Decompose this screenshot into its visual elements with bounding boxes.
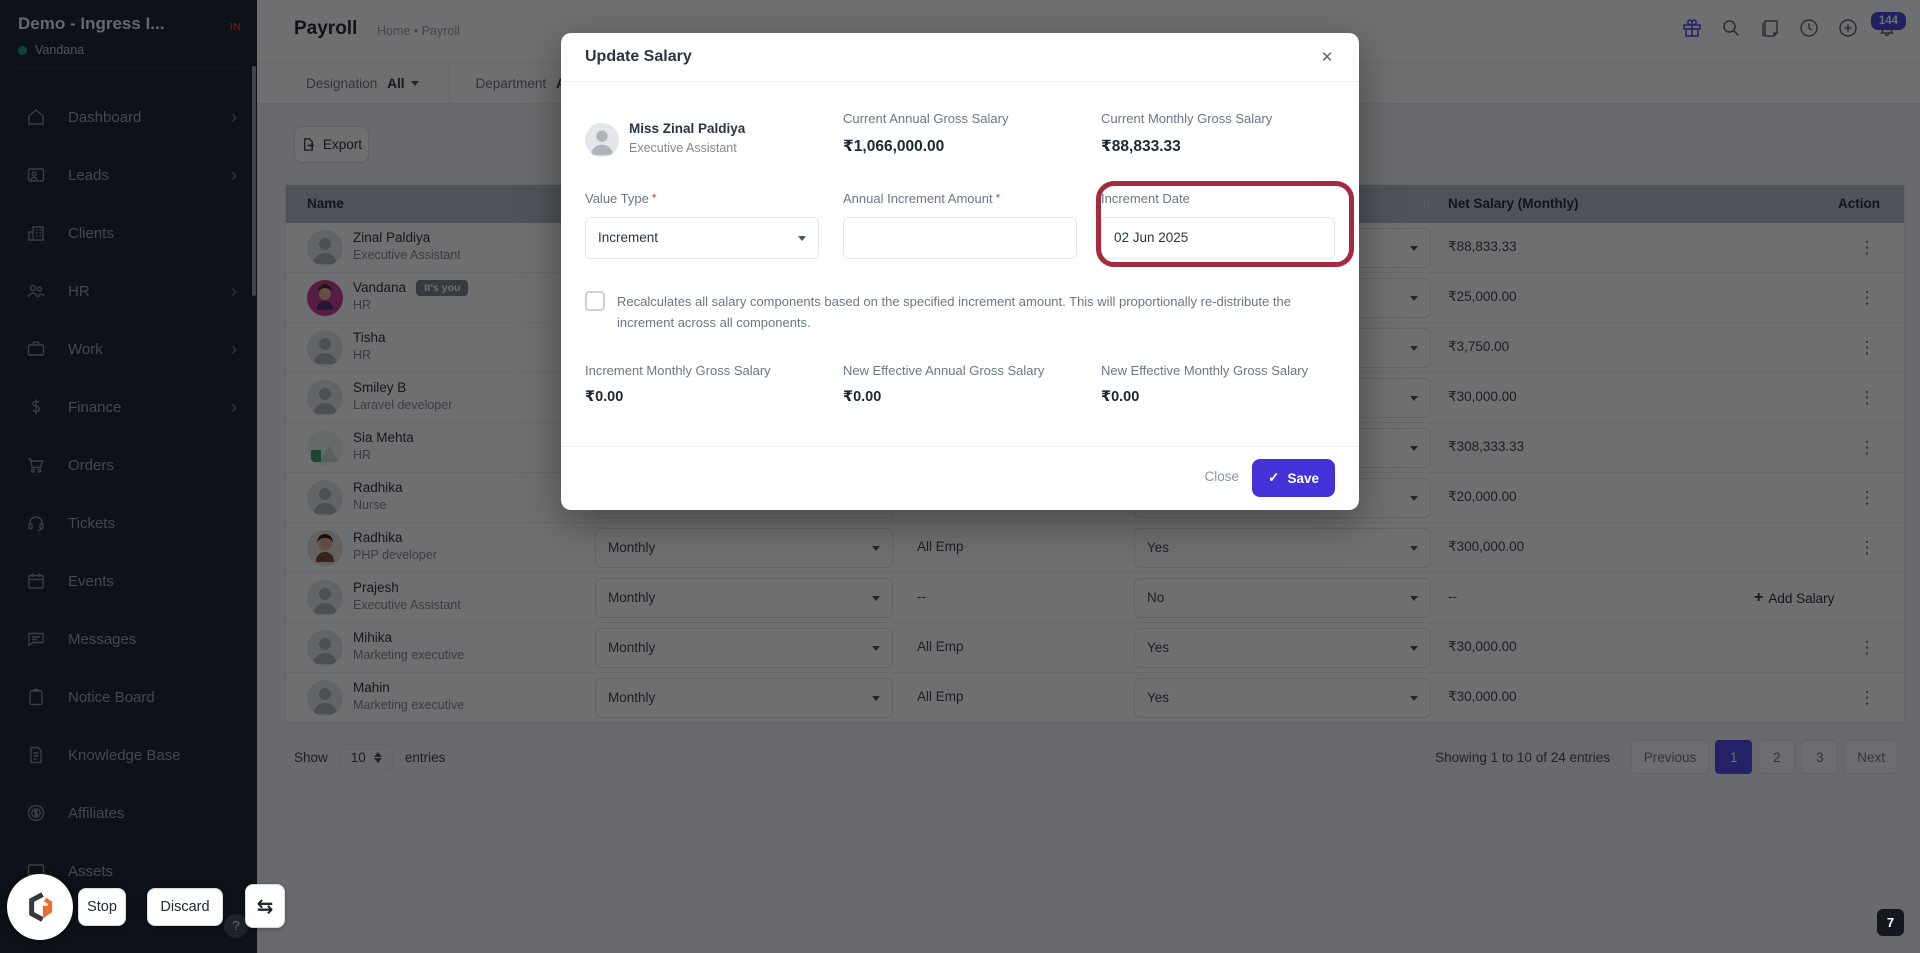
current-annual-label: Current Annual Gross Salary <box>843 111 1009 126</box>
agent-logo-icon <box>29 892 53 922</box>
corner-step-badge: 7 <box>1877 909 1904 936</box>
discard-button[interactable]: Discard <box>147 888 223 926</box>
recalculate-text: Recalculates all salary components based… <box>617 294 1291 331</box>
increment-date-input[interactable]: 02 Jun 2025 <box>1101 217 1335 259</box>
current-monthly-label: Current Monthly Gross Salary <box>1101 111 1273 126</box>
current-annual-value: ₹1,066,000.00 <box>843 138 945 155</box>
new-annual-label: New Effective Annual Gross Salary <box>843 363 1045 378</box>
close-button[interactable]: Close <box>1204 469 1239 484</box>
swap-arrows-icon: ⇆ <box>256 895 274 918</box>
new-monthly-value: ₹0.00 <box>1101 389 1140 405</box>
increment-monthly-value: ₹0.00 <box>585 389 624 405</box>
new-annual-value: ₹0.00 <box>843 389 882 405</box>
screen: Demo - Ingress I... IN Vandana Dashboard… <box>0 0 1920 953</box>
modal-header: Update Salary ✕ <box>561 33 1359 82</box>
employee-avatar <box>585 123 619 157</box>
increment-date-label: Increment Date <box>1101 191 1190 206</box>
value-type-label: Value Type * <box>585 191 657 206</box>
value-type-select[interactable]: Increment <box>585 217 819 259</box>
modal-title: Update Salary <box>585 48 692 65</box>
required-asterisk: * <box>651 191 657 205</box>
close-icon[interactable]: ✕ <box>1315 46 1339 70</box>
chevron-down-icon <box>798 236 806 241</box>
required-asterisk: * <box>995 191 1001 205</box>
swap-button[interactable]: ⇆ <box>245 884 285 928</box>
update-salary-modal: Update Salary ✕ Miss Zinal Paldiya Execu… <box>561 33 1359 510</box>
modal-footer: Close ✓ Save <box>561 446 1359 510</box>
recalculate-option: Recalculates all salary components based… <box>585 291 1315 334</box>
modal-employee-role: Executive Assistant <box>629 141 737 155</box>
new-monthly-label: New Effective Monthly Gross Salary <box>1101 363 1309 378</box>
recalculate-checkbox[interactable] <box>585 291 605 311</box>
save-button[interactable]: ✓ Save <box>1252 459 1335 497</box>
current-monthly-value: ₹88,833.33 <box>1101 138 1181 155</box>
increment-monthly-label: Increment Monthly Gross Salary <box>585 363 771 378</box>
annual-increment-input[interactable] <box>843 217 1077 259</box>
modal-employee-name: Miss Zinal Paldiya <box>629 121 746 136</box>
stop-button[interactable]: Stop <box>78 888 126 926</box>
agent-logo-button[interactable] <box>7 874 73 940</box>
check-icon: ✓ <box>1268 470 1280 485</box>
annual-increment-label: Annual Increment Amount * <box>843 191 1001 206</box>
